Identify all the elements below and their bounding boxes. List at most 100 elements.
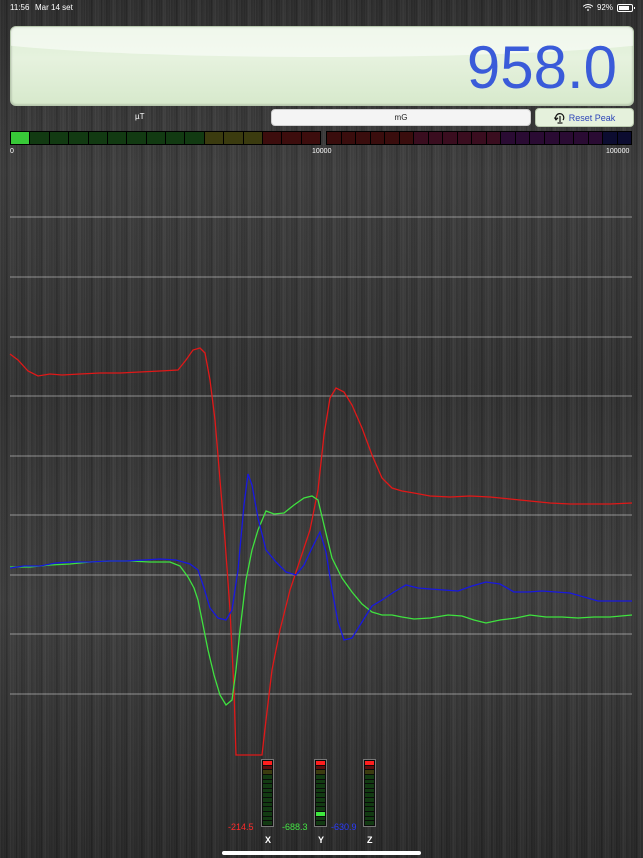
meter-segment [127, 132, 146, 144]
unit-microtesla-label[interactable]: µT [135, 112, 145, 121]
vu-cell [365, 761, 374, 765]
meter-segment [501, 132, 515, 144]
vu-cell [365, 821, 374, 825]
vu-cell [263, 761, 272, 765]
vu-cell [365, 765, 374, 770]
reset-peak-label: Reset Peak [568, 112, 616, 123]
graph-gridlines [10, 216, 632, 695]
vu-cell [263, 798, 272, 802]
vu-cell [365, 779, 374, 784]
meter-segment [370, 132, 385, 144]
vu-cell [316, 807, 325, 812]
level-meter-high-range [326, 131, 632, 145]
status-bar: 11:56 Mar 14 set 92% [0, 0, 643, 16]
vu-cell [316, 761, 325, 765]
vu-cell [316, 779, 325, 784]
meter-segment [49, 132, 69, 144]
vu-cell [263, 779, 272, 784]
z-axis-level-bar [363, 759, 376, 827]
meter-segment [166, 132, 185, 144]
y-axis-label: Y [318, 835, 325, 845]
z-axis-value: -630.9 [331, 822, 357, 832]
meter-segment [30, 132, 49, 144]
vu-cell [263, 821, 272, 825]
meter-segment [11, 132, 30, 144]
z-axis-label: Z [367, 835, 373, 845]
battery-icon [617, 3, 635, 12]
magnetometer-graph [9, 216, 633, 756]
meter-segment [399, 132, 414, 144]
z-axis-trace [9, 473, 632, 641]
status-date: Mar 14 set [35, 3, 73, 12]
meter-segment [356, 132, 370, 144]
y-axis-value: -688.3 [282, 822, 308, 832]
vu-cell [365, 784, 374, 788]
meter-segment [107, 132, 127, 144]
vu-cell [316, 774, 325, 779]
status-time: 11:56 [10, 3, 30, 12]
meter-segment [457, 132, 472, 144]
vu-cell [316, 765, 325, 770]
meter-scale-min: 0 [10, 148, 14, 155]
x-axis-level-bar [261, 759, 274, 827]
vu-cell [365, 774, 374, 779]
meter-segment [88, 132, 107, 144]
vu-cell [263, 812, 272, 816]
meter-segment [617, 132, 632, 144]
meter-segment [69, 132, 88, 144]
vu-cell [365, 788, 374, 793]
vu-cell [365, 798, 374, 802]
meter-segment [282, 132, 301, 144]
vu-cell [263, 793, 272, 798]
vu-cell [316, 770, 325, 774]
meter-segment [544, 132, 559, 144]
vu-cell [316, 802, 325, 807]
meter-segment [327, 132, 341, 144]
vu-cell [365, 812, 374, 816]
vu-cell [316, 812, 325, 816]
meter-segment [243, 132, 262, 144]
meter-segment [443, 132, 457, 144]
vu-cell [316, 788, 325, 793]
meter-segment [603, 132, 617, 144]
status-right: 92% [582, 3, 635, 12]
home-indicator[interactable] [222, 851, 421, 855]
vu-cell [316, 816, 325, 821]
reset-peak-icon [553, 112, 565, 124]
meter-segment [204, 132, 224, 144]
level-meter-low-range [10, 131, 321, 145]
meter-segment [574, 132, 588, 144]
meter-segment [414, 132, 428, 144]
y-axis-level-bar [314, 759, 327, 827]
wifi-icon [582, 4, 593, 11]
meter-segment [428, 132, 443, 144]
meter-segment [146, 132, 165, 144]
vu-cell [365, 802, 374, 807]
battery-percent: 92% [596, 3, 613, 12]
vu-cell [316, 798, 325, 802]
vu-cell [263, 774, 272, 779]
vu-cell [263, 802, 272, 807]
reading-display: 958.0 [10, 26, 634, 106]
vu-cell [365, 770, 374, 774]
meter-segment [486, 132, 501, 144]
meter-segment [588, 132, 603, 144]
vu-cell [263, 784, 272, 788]
vu-cell [365, 816, 374, 821]
x-axis-label: X [265, 835, 272, 845]
vu-cell [263, 765, 272, 770]
vu-cell [263, 770, 272, 774]
meter-segment [530, 132, 544, 144]
meter-segment [224, 132, 243, 144]
meter-segment [472, 132, 486, 144]
meter-segment [515, 132, 530, 144]
reset-peak-button[interactable]: Reset Peak [535, 108, 634, 127]
vu-cell [263, 807, 272, 812]
meter-scale-max: 100000 [606, 148, 630, 155]
meter-segment [385, 132, 399, 144]
unit-milligauss-button[interactable]: mG [271, 109, 531, 126]
vu-cell [365, 793, 374, 798]
y-axis-trace [10, 495, 633, 706]
vu-cell [365, 807, 374, 812]
vu-cell [316, 793, 325, 798]
